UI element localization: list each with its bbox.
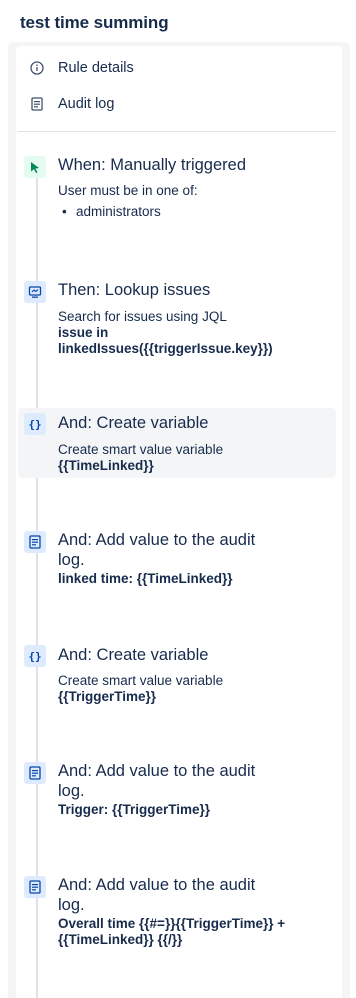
component-title: And: Create variable	[58, 646, 209, 664]
rule-title: test time summing	[20, 13, 169, 32]
component-title-line2: log.	[58, 551, 85, 569]
component-title-line1: And: Add value to the audit	[58, 876, 256, 894]
component-title: Then: Lookup issues	[58, 281, 211, 299]
component-title: When: Manually triggered	[58, 156, 247, 174]
component-title-line2: log.	[58, 782, 85, 800]
component-jql-line1: issue in	[58, 325, 109, 340]
component-create-variable-triggertime[interactable]: {} And: Create variable Create smart val…	[18, 640, 336, 710]
component-audit-message-line1: Overall time {{#=}}{{TriggerTime}} +	[58, 916, 286, 931]
component-manual-trigger[interactable]: When: Manually triggered User must be in…	[18, 150, 336, 230]
component-audit-message: linked time: {{TimeLinked}}	[58, 571, 233, 586]
braces-icon: {}	[24, 645, 46, 667]
braces-icon: {}	[24, 413, 46, 435]
component-variable-name: {{TriggerTime}}	[58, 689, 157, 704]
audit-log-icon	[24, 762, 46, 784]
component-audit-log-trigger[interactable]: And: Add value to the audit log. Trigger…	[18, 756, 336, 826]
audit-log-icon	[30, 97, 44, 111]
component-jql-line2: linkedIssues({{triggerIssue.key}})	[58, 341, 273, 356]
audit-log-item[interactable]: Audit log	[30, 96, 114, 112]
audit-log-label: Audit log	[58, 96, 115, 112]
component-audit-log-overall[interactable]: And: Add value to the audit log. Overall…	[18, 870, 336, 955]
component-description: User must be in one of:	[58, 183, 198, 198]
component-create-variable-timelinked[interactable]: {} And: Create variable Create smart val…	[18, 408, 336, 478]
component-title-line2: log.	[58, 896, 85, 914]
component-audit-message: Trigger: {{TriggerTime}}	[58, 802, 211, 817]
audit-log-icon	[24, 531, 46, 553]
component-title-line1: And: Add value to the audit	[58, 762, 256, 780]
menu-divider	[18, 131, 336, 132]
component-description: Create smart value variable	[58, 673, 224, 688]
audit-log-icon	[24, 876, 46, 898]
rule-details-label: Rule details	[58, 60, 134, 76]
cursor-click-icon	[24, 156, 46, 178]
component-audit-message-line2: {{TimeLinked}} {{/}}	[58, 932, 183, 947]
component-variable-name: {{TimeLinked}}	[58, 458, 154, 473]
component-title-line1: And: Add value to the audit	[58, 531, 256, 549]
rule-details-item[interactable]: Rule details	[30, 60, 134, 76]
component-lookup-issues[interactable]: Then: Lookup issues Search for issues us…	[18, 275, 336, 365]
component-description: Create smart value variable	[58, 442, 224, 457]
monitor-icon	[24, 281, 46, 303]
component-audit-log-linked[interactable]: And: Add value to the audit log. linked …	[18, 525, 336, 595]
component-description: Search for issues using JQL	[58, 309, 227, 324]
component-title: And: Create variable	[58, 414, 209, 432]
info-icon	[30, 61, 44, 75]
component-bullet: administrators	[58, 204, 328, 220]
